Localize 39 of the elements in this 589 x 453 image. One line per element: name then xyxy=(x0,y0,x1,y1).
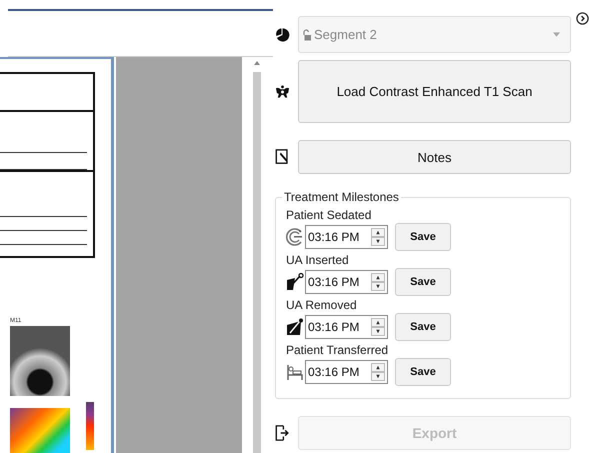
save-button[interactable]: Save xyxy=(395,313,451,341)
spin-down-icon[interactable] xyxy=(371,327,385,336)
time-field[interactable]: 03:16 PM xyxy=(305,270,388,294)
time-field[interactable]: 03:16 PM xyxy=(305,360,388,384)
sedation-icon xyxy=(286,228,304,246)
spin-down-icon[interactable] xyxy=(371,237,385,246)
collapse-icon[interactable] xyxy=(576,12,589,25)
spin-down-icon[interactable] xyxy=(371,372,385,381)
milestone-label: UA Removed xyxy=(286,298,358,312)
pelvis-icon xyxy=(275,84,290,100)
spin-up-icon[interactable] xyxy=(371,363,385,372)
probe-insert-icon xyxy=(286,273,304,291)
scrollbar-thumb[interactable] xyxy=(253,72,261,453)
spin-up-icon[interactable] xyxy=(371,228,385,237)
save-button[interactable]: Save xyxy=(395,223,451,251)
milestone-label: Patient Sedated xyxy=(286,208,372,222)
color-scale-bar xyxy=(86,402,94,450)
spin-up-icon[interactable] xyxy=(371,318,385,327)
panel-title: Treatment Milestones xyxy=(283,190,400,204)
load-scan-button[interactable]: Load Contrast Enhanced T1 Scan xyxy=(298,60,571,123)
milestone-label: UA Inserted xyxy=(286,253,350,267)
save-button[interactable]: Save xyxy=(395,358,451,386)
pie-chart-icon xyxy=(275,26,290,42)
time-field[interactable]: 03:16 PM xyxy=(305,225,388,249)
edit-note-icon xyxy=(275,149,290,165)
heat-map-image xyxy=(10,408,70,453)
scan-image xyxy=(10,326,70,396)
time-field[interactable]: 03:16 PM xyxy=(305,315,388,339)
export-icon xyxy=(275,425,290,441)
caret-icon xyxy=(553,32,560,37)
notes-button[interactable]: Notes xyxy=(298,140,571,174)
probe-remove-icon xyxy=(286,318,304,336)
scroll-up-icon[interactable] xyxy=(253,60,261,66)
bed-icon xyxy=(286,363,304,381)
spin-up-icon[interactable] xyxy=(371,273,385,282)
unlock-icon xyxy=(302,28,312,40)
milestone-label: Patient Transferred xyxy=(286,343,390,357)
spin-down-icon[interactable] xyxy=(371,282,385,291)
save-button[interactable]: Save xyxy=(395,268,451,296)
